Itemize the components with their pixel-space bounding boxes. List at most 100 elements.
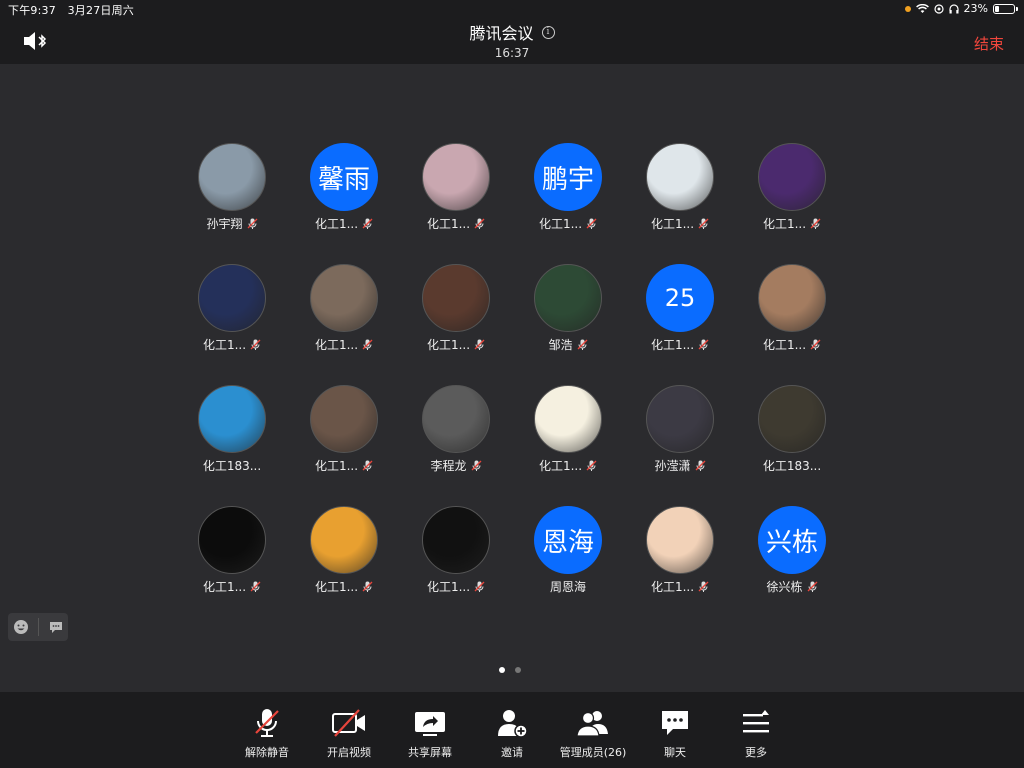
participant-tile[interactable]: 化工1... <box>534 385 646 495</box>
top-bar: 下午9:37 3月27日周六 23% 腾讯会议 i 16:37 结束 <box>0 0 1024 64</box>
avatar <box>422 506 490 574</box>
start-video-label: 开启视频 <box>327 746 371 759</box>
participant-tile[interactable]: 化工183... <box>198 385 310 495</box>
participant-name-row: 化工1... <box>626 578 734 595</box>
participant-tile[interactable]: 兴栋 徐兴栋 <box>758 506 870 616</box>
participant-name: 化工1... <box>762 217 807 231</box>
avatar: 馨雨 <box>310 143 378 211</box>
share-screen-button[interactable]: 共享屏幕 <box>390 706 470 760</box>
mic-muted-icon <box>362 339 373 350</box>
start-video-button[interactable]: 开启视频 <box>309 706 389 760</box>
status-bar-left: 下午9:37 3月27日周六 <box>8 2 142 18</box>
avatar: 鹏宇 <box>534 143 602 211</box>
participant-tile[interactable]: 25 化工1... <box>646 264 758 374</box>
participant-tile[interactable]: 馨雨 化工1... <box>310 143 422 253</box>
avatar <box>198 264 266 332</box>
invite-button[interactable]: 邀请 <box>472 706 552 760</box>
emoji-icon[interactable] <box>13 619 29 635</box>
participant-tile[interactable]: 化工1... <box>310 385 422 495</box>
participant-tile[interactable]: 孙宇翔 <box>198 143 310 253</box>
participant-tile[interactable]: 化工183... <box>758 385 870 495</box>
participant-name: 化工1... <box>426 338 471 352</box>
page-indicator[interactable] <box>499 667 521 673</box>
more-button[interactable]: 更多 <box>716 706 796 760</box>
participant-name: 孙宇翔 <box>206 217 243 231</box>
participant-name-row: 化工1... <box>514 215 622 232</box>
participant-tile[interactable]: 恩海 周恩海 <box>534 506 646 616</box>
participant-tile[interactable]: 化工1... <box>422 264 534 374</box>
participant-tile[interactable]: 鹏宇化工1... <box>534 143 646 253</box>
participant-name-row: 邹浩 <box>514 336 622 353</box>
bottom-toolbar: 解除静音 开启视频 共享屏幕 邀请 管理成员(26) 聊天 更多 <box>0 692 1024 768</box>
mic-muted-icon <box>586 460 597 471</box>
participant-name-row: 孙滢潇 <box>626 457 734 474</box>
avatar <box>534 385 602 453</box>
battery-percent: 23% <box>963 2 988 15</box>
mic-muted-icon <box>474 218 485 229</box>
avatar <box>310 506 378 574</box>
participant-name: 化工1... <box>762 338 807 352</box>
mic-muted-icon <box>250 581 261 592</box>
battery-tip <box>1016 6 1018 11</box>
mic-muted-icon <box>810 218 821 229</box>
participant-name: 化工1... <box>650 338 695 352</box>
participant-tile[interactable]: 孙滢潇 <box>646 385 758 495</box>
participant-name: 化工1... <box>426 580 471 594</box>
status-bar-right: 23% <box>904 2 1018 15</box>
participant-tile[interactable]: 化工1... <box>310 264 422 374</box>
avatar <box>422 264 490 332</box>
chat-icon <box>662 711 688 735</box>
manage-members-label: 管理成员(26) <box>559 746 627 759</box>
participant-name-row: 化工1... <box>290 578 398 595</box>
participant-tile[interactable]: 李程龙 <box>422 385 534 495</box>
participant-tile[interactable]: 化工1... <box>310 506 422 616</box>
battery-icon <box>993 3 1015 14</box>
participant-tile[interactable]: 化工1... <box>422 143 534 253</box>
info-icon[interactable]: i <box>541 25 555 39</box>
chat-label: 聊天 <box>664 746 686 759</box>
meeting-title-area: 腾讯会议 i 16:37 <box>0 20 1024 60</box>
mic-muted-icon <box>474 581 485 592</box>
participant-tile[interactable]: 化工1... <box>646 143 758 253</box>
avatar <box>422 385 490 453</box>
page-dot[interactable] <box>515 667 521 673</box>
mic-muted-icon <box>362 581 373 592</box>
mic-muted-icon <box>586 218 597 229</box>
location-icon <box>933 3 944 14</box>
chat-button[interactable]: 聊天 <box>635 706 715 760</box>
battery-fill <box>995 5 999 12</box>
mic-muted-icon <box>255 709 279 737</box>
participant-tile[interactable]: 化工1... <box>198 506 310 616</box>
participant-tile[interactable]: 化工1... <box>198 264 310 374</box>
avatar <box>758 143 826 211</box>
manage-members-button[interactable]: 管理成员(26) <box>553 706 633 760</box>
participant-tile[interactable]: 邹浩 <box>534 264 646 374</box>
end-meeting-button[interactable]: 结束 <box>974 33 1004 54</box>
avatar <box>422 143 490 211</box>
mic-muted-icon <box>247 218 257 229</box>
participant-tile[interactable]: 化工1... <box>646 506 758 616</box>
avatar: 兴栋 <box>758 506 826 574</box>
members-icon <box>576 711 608 737</box>
divider <box>37 618 39 636</box>
headphones-icon <box>948 3 959 13</box>
participant-tile[interactable]: 化工1... <box>758 143 870 253</box>
invite-label: 邀请 <box>501 746 523 759</box>
page-dot-active[interactable] <box>499 667 505 673</box>
message-icon[interactable] <box>48 619 64 635</box>
participant-name: 化工1... <box>538 217 583 231</box>
participant-name: 化工183... <box>202 459 262 473</box>
avatar <box>310 385 378 453</box>
participant-name-row: 化工183... <box>738 457 846 474</box>
participant-name-row: 化工1... <box>514 457 622 474</box>
participant-name: 化工1... <box>202 338 247 352</box>
participant-name-row: 化工183... <box>178 457 286 474</box>
avatar <box>534 264 602 332</box>
participant-name-row: 化工1... <box>738 336 846 353</box>
participant-tile[interactable]: 化工1... <box>422 506 534 616</box>
participant-tile[interactable]: 化工1... <box>758 264 870 374</box>
avatar <box>646 385 714 453</box>
participant-name-row: 孙宇翔 <box>178 215 286 232</box>
mic-muted-icon <box>362 460 373 471</box>
unmute-button[interactable]: 解除静音 <box>227 706 307 760</box>
